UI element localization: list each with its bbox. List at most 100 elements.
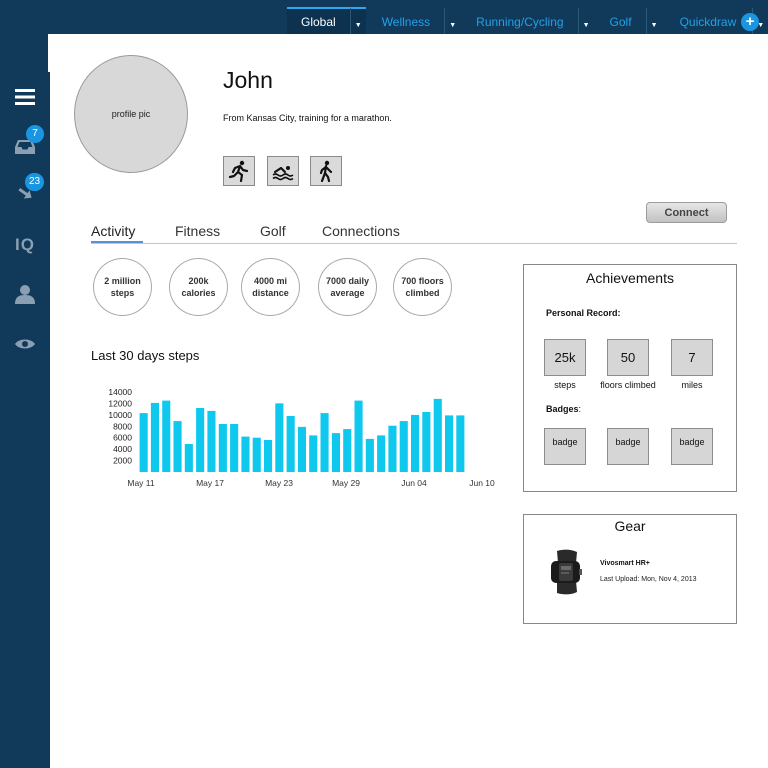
badges-label-text: Badges bbox=[546, 404, 579, 414]
y-tick-label: 2000 bbox=[113, 456, 132, 466]
profile-tabs: Activity Fitness Golf Connections bbox=[91, 220, 737, 244]
stat-daily-average: 7000 daily average bbox=[318, 258, 377, 316]
chart-bar bbox=[343, 429, 352, 472]
nav-tab-running-cycling[interactable]: Running/Cycling ▼ bbox=[462, 7, 594, 36]
add-tab-button[interactable]: + bbox=[741, 13, 759, 31]
chart-bar bbox=[252, 437, 261, 472]
sidebar-item-profile[interactable] bbox=[0, 277, 50, 311]
eye-icon bbox=[15, 339, 35, 349]
sidebar-item-menu[interactable] bbox=[0, 80, 50, 114]
avatar[interactable]: profile pic bbox=[74, 55, 188, 173]
chart-bar bbox=[184, 444, 193, 472]
walking-icon bbox=[319, 160, 333, 182]
chart-bar bbox=[297, 426, 306, 472]
nav-tab-label: Golf bbox=[609, 15, 632, 29]
stat-steps: 2 million steps bbox=[93, 258, 152, 316]
chevron-down-icon[interactable]: ▼ bbox=[645, 8, 662, 36]
badge-item[interactable]: badge bbox=[544, 428, 586, 465]
stat-distance: 4000 mi distance bbox=[241, 258, 300, 316]
tab-golf[interactable]: Golf bbox=[260, 223, 286, 239]
chart-bar bbox=[456, 415, 465, 472]
badges-label: Badges: bbox=[546, 404, 581, 414]
sport-running[interactable] bbox=[223, 156, 255, 186]
x-tick-label: May 17 bbox=[196, 478, 224, 488]
chart-bar bbox=[399, 421, 408, 472]
sport-walking[interactable] bbox=[310, 156, 342, 186]
x-tick-label: Jun 10 bbox=[469, 478, 495, 488]
chart-bar bbox=[196, 408, 205, 472]
fitness-tracker-icon[interactable] bbox=[549, 549, 583, 595]
chart-bar bbox=[241, 436, 250, 472]
tab-fitness[interactable]: Fitness bbox=[175, 223, 220, 239]
chart-bar bbox=[331, 433, 340, 472]
chart-bar bbox=[354, 400, 363, 472]
page-title: John bbox=[223, 67, 273, 93]
sidebar-item-inbox[interactable]: 7 bbox=[0, 125, 50, 164]
chart-bar bbox=[286, 416, 295, 472]
active-tab-indicator bbox=[91, 241, 143, 243]
chart-bar bbox=[309, 435, 318, 472]
x-tick-label: May 11 bbox=[127, 478, 155, 488]
y-tick-label: 12000 bbox=[108, 398, 132, 408]
tab-connections[interactable]: Connections bbox=[322, 223, 400, 239]
iq-icon: IQ bbox=[15, 235, 35, 254]
sidebar-item-view[interactable] bbox=[0, 327, 50, 361]
main-panel: profile pic John From Kansas City, train… bbox=[50, 34, 768, 768]
record-steps-value: 25k bbox=[544, 339, 586, 376]
running-icon bbox=[228, 160, 249, 182]
hamburger-menu-icon bbox=[15, 89, 35, 105]
steps-chart: 1400012000 100008000 60004000 2000 May 11 Ma… bbox=[108, 387, 495, 488]
record-miles-label: miles bbox=[681, 380, 703, 390]
x-tick-label: May 29 bbox=[332, 478, 360, 488]
chart-bar bbox=[150, 402, 159, 472]
y-tick-label: 8000 bbox=[113, 421, 132, 431]
stat-calories: 200k calories bbox=[169, 258, 228, 316]
chart-bar bbox=[162, 400, 171, 472]
badge-item[interactable]: badge bbox=[607, 428, 649, 465]
top-nav: Global ▼ Wellness ▼ Running/Cycling ▼ Go… bbox=[287, 7, 768, 36]
nav-tab-global[interactable]: Global ▼ bbox=[287, 7, 366, 36]
chart-bar bbox=[207, 410, 216, 472]
chevron-down-icon[interactable]: ▼ bbox=[444, 8, 460, 36]
y-tick-label: 14000 bbox=[108, 387, 132, 397]
gear-title: Gear bbox=[614, 518, 646, 534]
chevron-down-icon[interactable]: ▼ bbox=[349, 8, 366, 36]
chart-bar bbox=[388, 425, 397, 472]
achievements-title: Achievements bbox=[586, 270, 674, 286]
nav-tab-wellness[interactable]: Wellness ▼ bbox=[368, 7, 460, 36]
y-tick-label: 10000 bbox=[108, 410, 132, 420]
chart-bar bbox=[433, 398, 442, 472]
personal-record-label: Personal Record: bbox=[546, 308, 621, 318]
nav-tab-golf[interactable]: Golf ▼ bbox=[596, 7, 662, 36]
sidebar-item-iq[interactable]: IQ bbox=[0, 228, 50, 262]
user-bio: From Kansas City, training for a maratho… bbox=[223, 113, 392, 123]
chart-bar bbox=[365, 438, 374, 472]
inbox-badge: 7 bbox=[26, 125, 44, 143]
chart-bar bbox=[173, 421, 182, 472]
chart-title: Last 30 days steps bbox=[91, 348, 200, 363]
x-tick-label: Jun 04 bbox=[401, 478, 427, 488]
chart-bar bbox=[411, 414, 420, 472]
user-icon bbox=[15, 285, 35, 304]
nav-tab-label: Wellness bbox=[381, 15, 431, 29]
chart-bar bbox=[218, 424, 227, 472]
chart-bar bbox=[264, 440, 273, 472]
badge-item[interactable]: badge bbox=[671, 428, 713, 465]
chart-bar bbox=[230, 424, 239, 472]
record-steps-label: steps bbox=[554, 380, 576, 390]
sidebar-item-connections[interactable]: 23 bbox=[0, 173, 50, 212]
chart-bar bbox=[422, 412, 431, 472]
record-floors-label: floors climbed bbox=[600, 380, 656, 390]
chart-bar bbox=[275, 403, 284, 472]
gear-device-name[interactable]: Vivosmart HR+ bbox=[600, 560, 650, 567]
gear-last-upload: Last Upload: Mon, Nov 4, 2013 bbox=[600, 576, 697, 583]
nav-tab-label: Running/Cycling bbox=[476, 15, 564, 29]
chart-bar bbox=[139, 413, 148, 472]
swimming-icon bbox=[272, 166, 294, 181]
sport-swimming[interactable] bbox=[267, 156, 299, 186]
app-window: Global ▼ Wellness ▼ Running/Cycling ▼ Go… bbox=[0, 0, 768, 768]
badges-label-colon: : bbox=[578, 404, 582, 414]
achievements-card: Achievements Personal Record: 25k steps … bbox=[523, 264, 737, 492]
tab-activity[interactable]: Activity bbox=[91, 223, 135, 239]
chevron-down-icon[interactable]: ▼ bbox=[577, 8, 594, 36]
